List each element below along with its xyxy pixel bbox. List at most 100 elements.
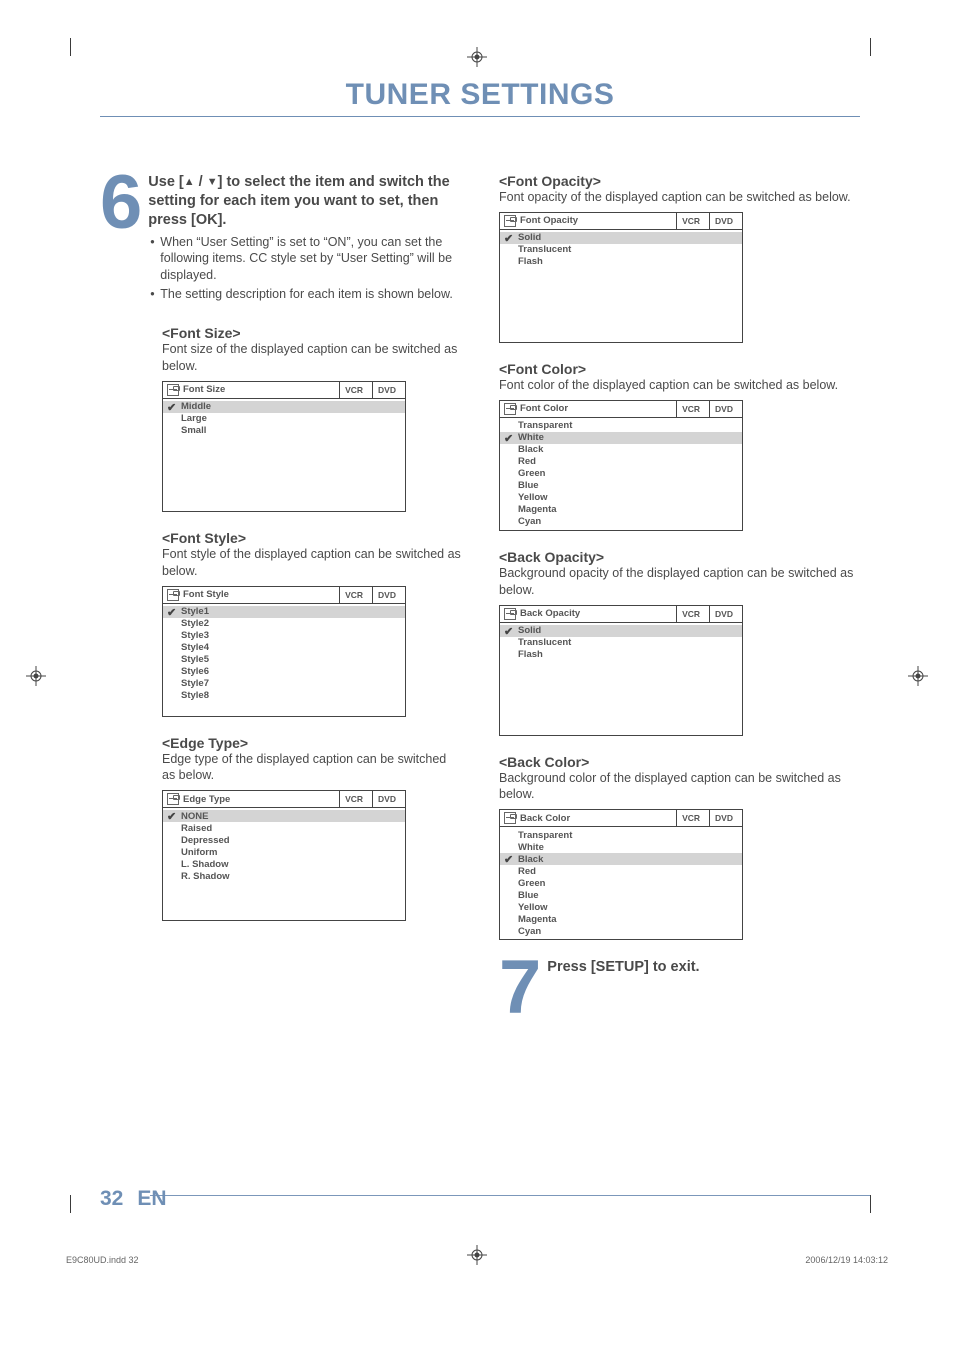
osd-option[interactable]: Style3: [163, 630, 405, 642]
osd-option[interactable]: Yellow: [500, 492, 742, 504]
section-label: <Edge Type>: [162, 735, 461, 751]
osd-option[interactable]: R. Shadow: [163, 870, 405, 882]
osd-option[interactable]: ✔Middle: [163, 401, 405, 413]
registration-mark-icon: [467, 47, 487, 67]
footer-rule: [150, 1195, 870, 1196]
osd-option[interactable]: Black: [500, 444, 742, 456]
osd-option[interactable]: Blue: [500, 480, 742, 492]
osd-option-label: Green: [518, 878, 545, 889]
osd-option[interactable]: ✔Black: [500, 853, 742, 865]
osd-panel-back-opacity: Back OpacityVCRDVD✔SolidTranslucentFlash: [499, 605, 743, 736]
osd-option[interactable]: Flash: [500, 649, 742, 661]
osd-option[interactable]: Style4: [163, 642, 405, 654]
osd-title: Edge Type: [183, 794, 335, 805]
osd-option[interactable]: Red: [500, 865, 742, 877]
osd-option[interactable]: ✔Solid: [500, 625, 742, 637]
print-timestamp: 2006/12/19 14:03:12: [805, 1255, 888, 1265]
step-6: 6 Use [▲ / ▼] to select the item and swi…: [100, 173, 461, 305]
osd-option[interactable]: Style5: [163, 654, 405, 666]
crop-mark: [870, 1195, 871, 1213]
osd-option[interactable]: Translucent: [500, 244, 742, 256]
crop-mark: [870, 38, 871, 56]
osd-option[interactable]: Style2: [163, 618, 405, 630]
osd-option[interactable]: Transparent: [500, 420, 742, 432]
crop-mark: [70, 1195, 71, 1213]
osd-option[interactable]: Style6: [163, 666, 405, 678]
osd-option[interactable]: Cyan: [500, 925, 742, 937]
osd-option-label: Green: [518, 468, 545, 479]
osd-title: Back Color: [520, 813, 672, 824]
osd-tab-dvd: DVD: [709, 810, 738, 826]
osd-option[interactable]: Large: [163, 413, 405, 425]
step-7: 7 Press [SETUP] to exit.: [499, 958, 860, 1017]
osd-screen-icon: [167, 793, 179, 805]
osd-option-label: Style6: [181, 666, 209, 677]
osd-option[interactable]: Uniform: [163, 846, 405, 858]
section-desc: Edge type of the displayed caption can b…: [162, 751, 461, 785]
osd-option[interactable]: Magenta: [500, 504, 742, 516]
osd-option[interactable]: Cyan: [500, 516, 742, 528]
osd-option[interactable]: ✔White: [500, 432, 742, 444]
registration-mark-icon: [908, 666, 928, 686]
osd-option[interactable]: Blue: [500, 889, 742, 901]
osd-panel-font-opacity: Font OpacityVCRDVD✔SolidTranslucentFlash: [499, 212, 743, 343]
osd-option-label: Style3: [181, 630, 209, 641]
osd-title: Font Size: [183, 384, 335, 395]
osd-screen-icon: [504, 215, 516, 227]
osd-panel-edge-type: Edge TypeVCRDVD✔NONERaisedDepressedUnifo…: [162, 790, 406, 921]
section-label: <Font Color>: [499, 361, 860, 377]
osd-screen-icon: [167, 589, 179, 601]
osd-option[interactable]: Depressed: [163, 834, 405, 846]
osd-option-label: Red: [518, 866, 536, 877]
osd-screen-icon: [504, 403, 516, 415]
osd-option-label: Blue: [518, 480, 539, 491]
osd-option-label: Small: [181, 425, 206, 436]
osd-option-label: Translucent: [518, 637, 571, 648]
osd-option[interactable]: Red: [500, 456, 742, 468]
osd-option[interactable]: Yellow: [500, 901, 742, 913]
osd-screen-icon: [504, 608, 516, 620]
crop-mark: [70, 38, 71, 56]
osd-tab-dvd: DVD: [372, 382, 401, 398]
osd-option-label: Yellow: [518, 492, 548, 503]
osd-option[interactable]: ✔NONE: [163, 810, 405, 822]
osd-option[interactable]: Flash: [500, 256, 742, 268]
osd-panel-font-style: Font StyleVCRDVD✔Style1Style2Style3Style…: [162, 586, 406, 717]
osd-option[interactable]: ✔Style1: [163, 606, 405, 618]
osd-title: Font Opacity: [520, 215, 672, 226]
osd-tab-vcr: VCR: [339, 382, 368, 398]
osd-option-label: Flash: [518, 649, 543, 660]
osd-tab-dvd: DVD: [372, 791, 401, 807]
osd-option-label: Black: [518, 444, 543, 455]
osd-option-label: Solid: [518, 625, 541, 636]
osd-tab-dvd: DVD: [709, 401, 738, 417]
osd-option-label: Cyan: [518, 926, 541, 937]
print-footer: E9C80UD.indd 32 2006/12/19 14:03:12: [66, 1255, 888, 1265]
osd-option-label: Style2: [181, 618, 209, 629]
osd-option[interactable]: White: [500, 841, 742, 853]
osd-option-label: White: [518, 432, 544, 443]
osd-option-label: Style8: [181, 690, 209, 701]
osd-option-label: Middle: [181, 401, 211, 412]
osd-option[interactable]: Style7: [163, 678, 405, 690]
text: Use [: [148, 174, 183, 190]
osd-option[interactable]: Raised: [163, 822, 405, 834]
osd-option[interactable]: Green: [500, 468, 742, 480]
osd-option[interactable]: Magenta: [500, 913, 742, 925]
page-lang: EN: [137, 1187, 166, 1211]
osd-option[interactable]: ✔Solid: [500, 232, 742, 244]
osd-option-label: Depressed: [181, 835, 230, 846]
osd-option[interactable]: L. Shadow: [163, 858, 405, 870]
osd-tab-vcr: VCR: [676, 401, 705, 417]
osd-option-label: Magenta: [518, 504, 557, 515]
osd-option-label: Style7: [181, 678, 209, 689]
osd-option[interactable]: Transparent: [500, 829, 742, 841]
osd-option-label: Uniform: [181, 847, 217, 858]
osd-option[interactable]: Small: [163, 425, 405, 437]
osd-option[interactable]: Green: [500, 877, 742, 889]
osd-option[interactable]: Style8: [163, 690, 405, 702]
section-desc: Font opacity of the displayed caption ca…: [499, 189, 860, 206]
osd-option-label: Flash: [518, 256, 543, 267]
osd-option[interactable]: Translucent: [500, 637, 742, 649]
osd-option-label: Blue: [518, 890, 539, 901]
